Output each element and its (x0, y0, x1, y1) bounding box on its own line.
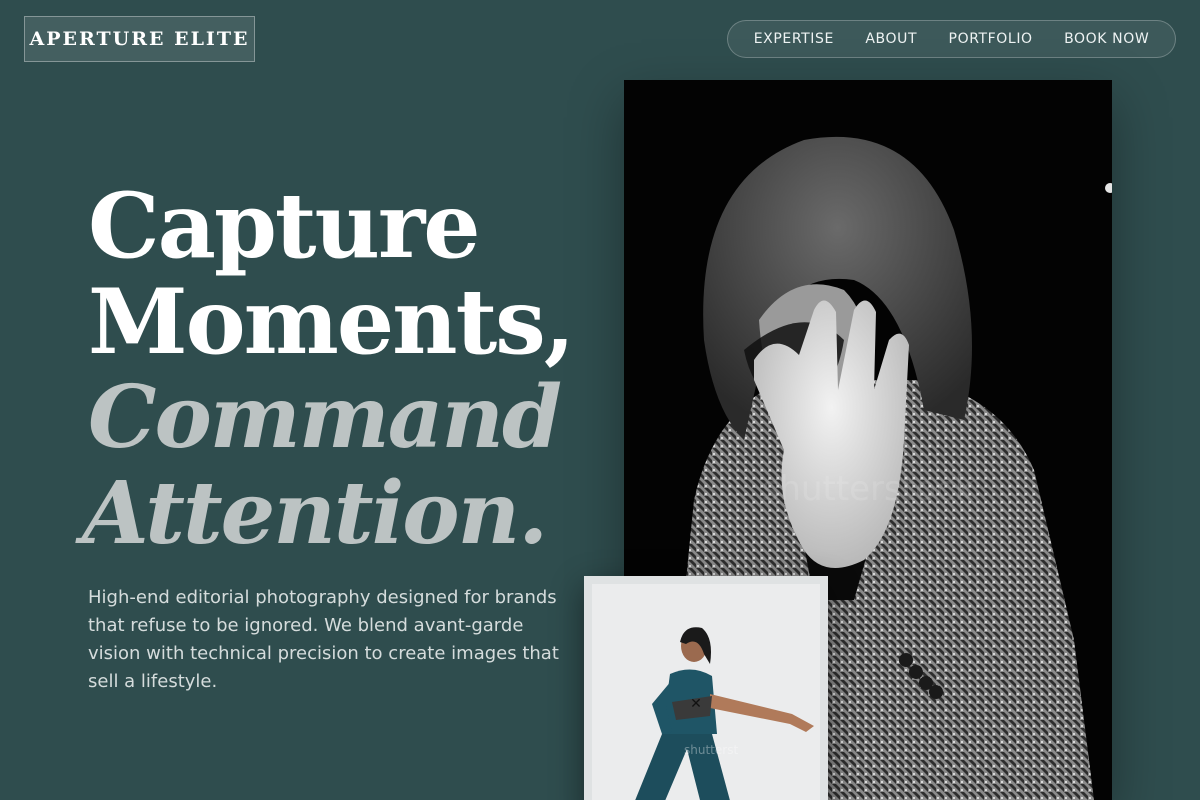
headline-line-2: Moments, (88, 269, 575, 375)
nav-item-portfolio[interactable]: PORTFOLIO (949, 31, 1033, 47)
secondary-photo-card: shutterst ✕ (584, 576, 828, 800)
headline-line-4: Attention. (82, 463, 548, 564)
dancer-photo-illustration: shutterst ✕ (592, 584, 820, 800)
hero-description: High-end editorial photography designed … (88, 587, 559, 692)
headline-line-3: Command (88, 367, 562, 468)
brand-logo[interactable]: APERTURE ELITE (24, 16, 255, 62)
headline-line-1: Capture (88, 173, 481, 279)
main-photo-watermark: shutterstock (762, 469, 975, 509)
small-photo-watermark: shutterst (684, 743, 738, 757)
nav-item-about[interactable]: ABOUT (865, 31, 917, 47)
nav-item-book-now[interactable]: BOOK NOW (1064, 31, 1149, 47)
brand-name: APERTURE ELITE (29, 28, 250, 50)
hero-headline: Capture Moments, Command Attention. (82, 173, 608, 562)
small-photo-mark-icon: ✕ (690, 696, 702, 712)
main-nav: EXPERTISE ABOUT PORTFOLIO BOOK NOW (727, 20, 1176, 58)
secondary-photo: shutterst ✕ (592, 584, 820, 800)
nav-item-expertise[interactable]: EXPERTISE (754, 31, 834, 47)
